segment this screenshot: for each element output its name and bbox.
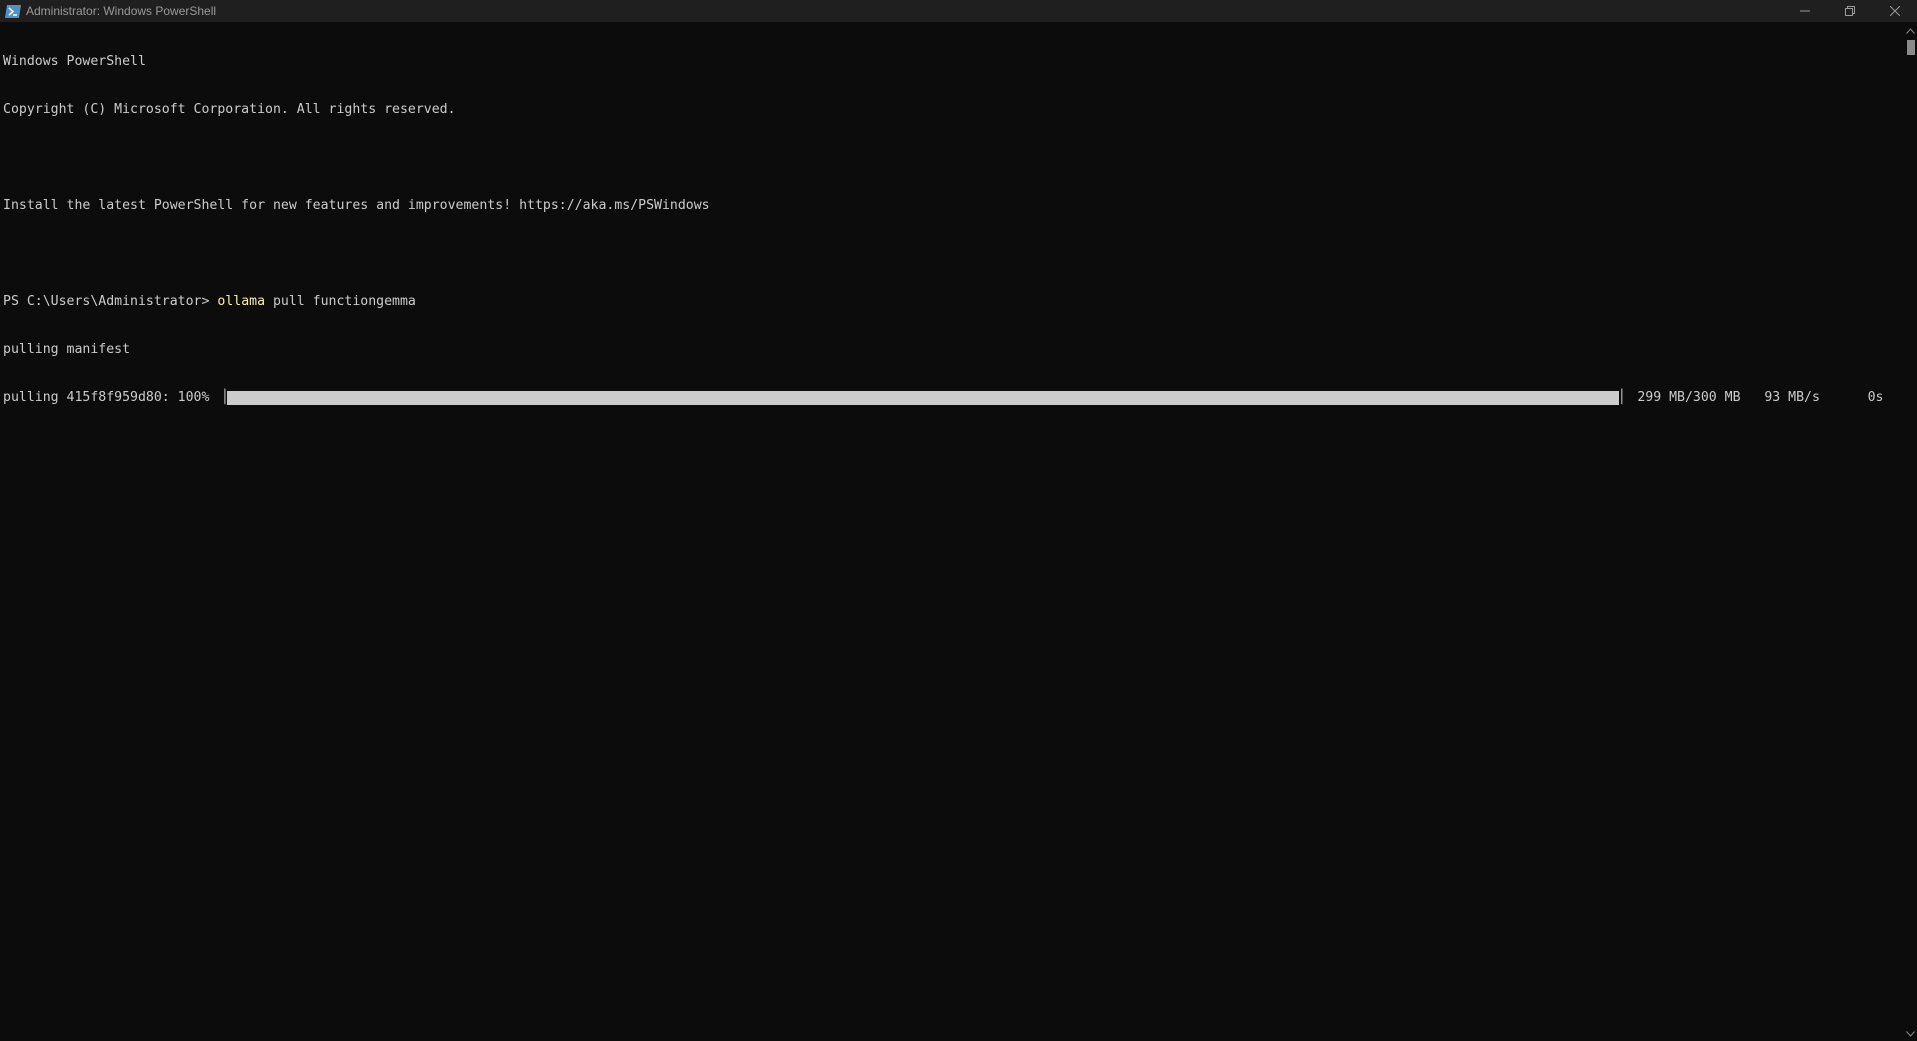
scroll-down-button[interactable]: [1904, 1027, 1917, 1041]
progress-line: pulling 415f8f959d80: 100% ▕ ▏ 299 MB/300…: [3, 390, 1903, 406]
terminal-line: Install the latest PowerShell for new fe…: [3, 198, 710, 213]
command-name: ollama: [217, 294, 266, 309]
chevron-down-icon: [1906, 1031, 1915, 1037]
window-title: Administrator: Windows PowerShell: [26, 4, 217, 18]
progress-size: 299 MB/300 MB: [1629, 390, 1741, 405]
title-bar: Administrator: Windows PowerShell: [0, 0, 1917, 22]
restore-icon: [1844, 6, 1855, 16]
chevron-up-icon: [1906, 28, 1915, 34]
window-controls: [1782, 0, 1917, 22]
status-line: pulling manifest: [3, 342, 131, 357]
terminal-line: Windows PowerShell: [3, 54, 146, 69]
prompt-path: PS C:\Users\Administrator>: [3, 294, 218, 309]
progress-left-cap: ▕: [217, 390, 226, 405]
vertical-scrollbar[interactable]: [1904, 22, 1917, 1041]
prompt-line: PS C:\Users\Administrator> ollama pull f…: [3, 294, 1903, 310]
command-args: pull functiongemma: [265, 294, 416, 309]
terminal-output[interactable]: Windows PowerShell Copyright (C) Microso…: [3, 22, 1903, 1041]
scrollbar-thumb[interactable]: [1907, 40, 1915, 55]
progress-right-cap: ▏: [1621, 390, 1630, 405]
restore-button[interactable]: [1827, 0, 1872, 22]
progress-bar-fill: [227, 391, 1620, 405]
scroll-up-button[interactable]: [1904, 24, 1917, 38]
terminal-line: Copyright (C) Microsoft Corporation. All…: [3, 102, 456, 117]
minimize-icon: [1799, 10, 1810, 12]
progress-eta: 0s: [1819, 390, 1884, 405]
close-icon: [1889, 6, 1900, 16]
progress-speed: 93 MB/s: [1740, 390, 1820, 405]
close-button[interactable]: [1872, 0, 1917, 22]
powershell-icon: [5, 4, 21, 18]
progress-bar: [227, 391, 1620, 405]
minimize-button[interactable]: [1782, 0, 1827, 22]
progress-label: pulling 415f8f959d80: 100%: [3, 390, 218, 405]
